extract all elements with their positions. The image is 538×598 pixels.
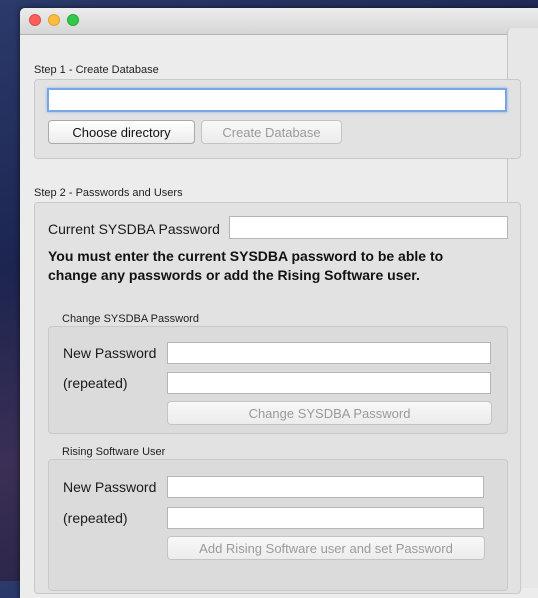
new-sysdba-password-input[interactable] — [167, 342, 491, 364]
rising-user-repeat-input[interactable] — [167, 507, 484, 529]
close-window-button[interactable] — [29, 14, 41, 26]
minimize-window-button[interactable] — [48, 14, 60, 26]
repeat-sysdba-password-input[interactable] — [167, 372, 491, 394]
title-bar — [20, 8, 538, 35]
new-sysdba-password-label: New Password — [63, 345, 157, 361]
warning-line-2: change any passwords or add the Rising S… — [48, 267, 420, 283]
rising-user-password-label: New Password — [63, 479, 157, 495]
rising-user-title: Rising Software User — [62, 446, 166, 458]
repeat-sysdba-password-label: (repeated) — [63, 375, 128, 391]
choose-directory-button[interactable]: Choose directory — [48, 120, 195, 144]
sysdba-warning-text: You must enter the current SYSDBA passwo… — [48, 247, 518, 285]
change-sysdba-password-button[interactable]: Change SYSDBA Password — [167, 401, 492, 425]
current-sysdba-password-input[interactable] — [229, 216, 508, 239]
warning-line-1: You must enter the current SYSDBA passwo… — [48, 248, 444, 264]
zoom-window-button[interactable] — [67, 14, 79, 26]
rising-user-repeat-label: (repeated) — [63, 510, 128, 526]
step1-title: Step 1 - Create Database — [34, 64, 159, 76]
step2-title: Step 2 - Passwords and Users — [34, 187, 183, 199]
change-sysdba-title: Change SYSDBA Password — [62, 313, 199, 325]
database-path-input[interactable] — [47, 88, 507, 112]
current-sysdba-password-label: Current SYSDBA Password — [48, 221, 220, 237]
rising-user-password-input[interactable] — [167, 476, 484, 498]
add-rising-user-button[interactable]: Add Rising Software user and set Passwor… — [167, 536, 485, 560]
create-database-button[interactable]: Create Database — [201, 120, 342, 144]
